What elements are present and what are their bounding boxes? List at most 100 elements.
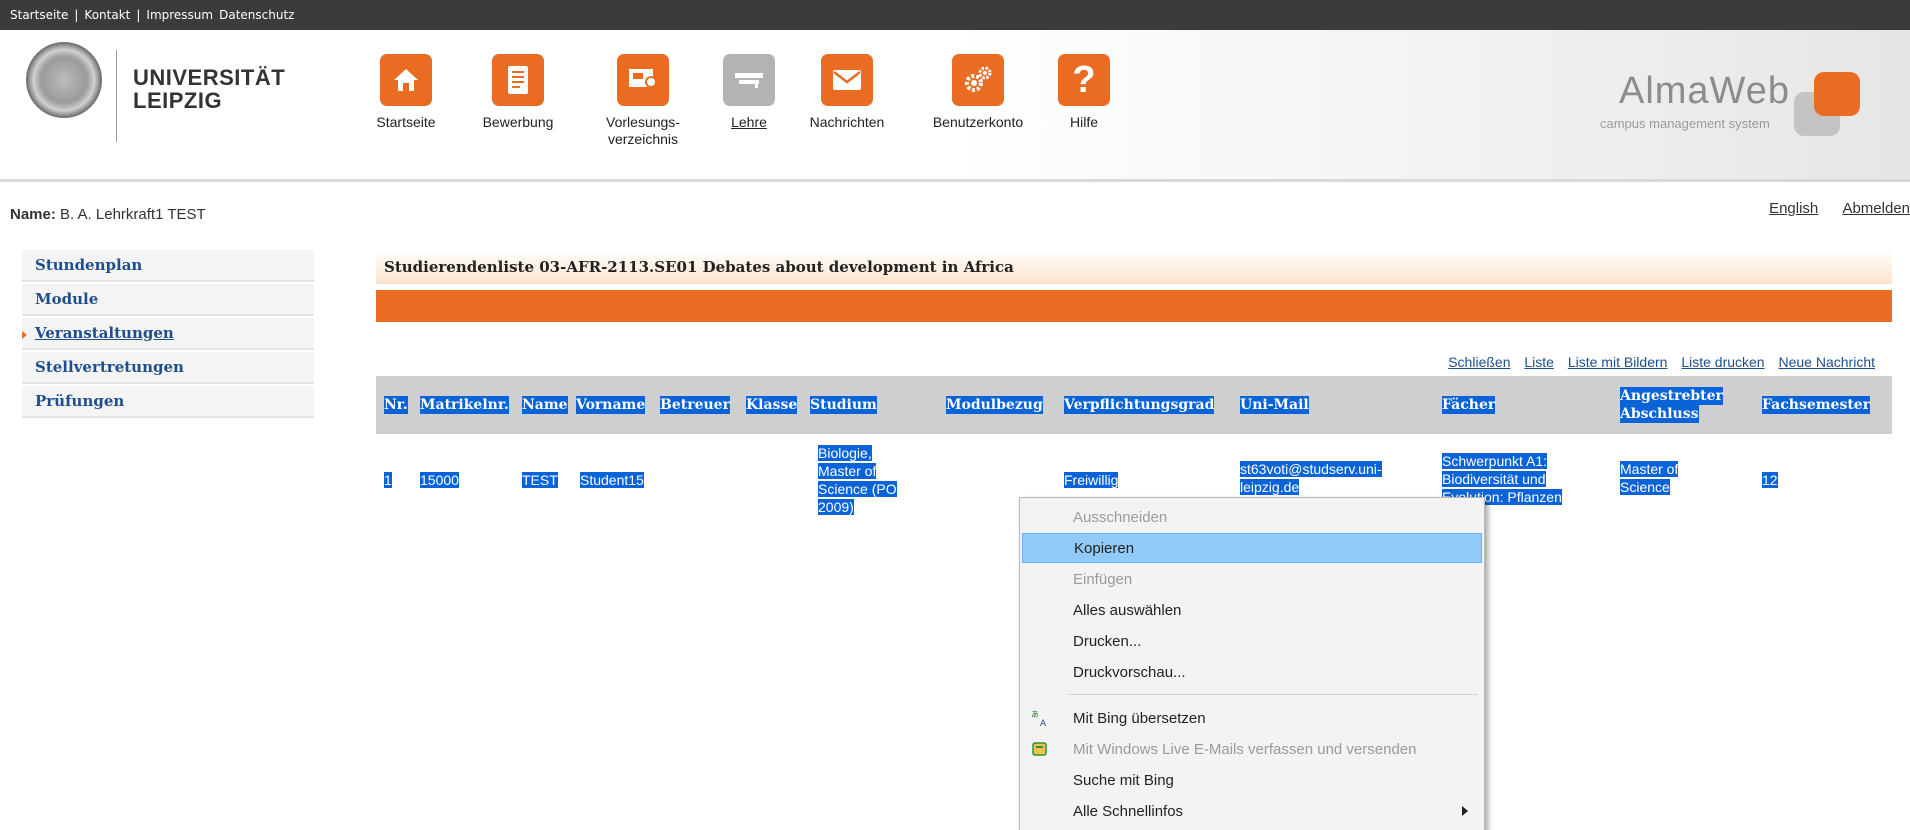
column-header-betreuer[interactable]: Betreuer	[660, 396, 730, 414]
cell-uni-mail-line2[interactable]: leipzig.de	[1240, 479, 1300, 495]
context-menu-label: Mit Windows Live E-Mails verfassen und v…	[1073, 740, 1417, 758]
context-menu-select-all[interactable]: Alles auswählen	[1022, 595, 1482, 625]
topbar-link-kontakt[interactable]: Kontakt	[84, 8, 130, 22]
user-links: English Abmelden	[1749, 200, 1910, 217]
column-header-uni-mail[interactable]: Uni-Mail	[1240, 396, 1309, 414]
context-menu-print[interactable]: Drucken...	[1022, 626, 1482, 656]
translate-icon: あA	[1030, 708, 1050, 728]
logout-link[interactable]: Abmelden	[1842, 200, 1910, 217]
cell-faecher-line1: Schwerpunkt A1:	[1442, 453, 1548, 469]
context-menu-label: Druckvorschau...	[1073, 663, 1186, 681]
column-header-abschluss[interactable]: Abschluss	[1620, 405, 1699, 423]
topbar-link-startseite[interactable]: Startseite	[10, 8, 68, 22]
topbar-separator: |	[74, 8, 79, 22]
university-seal-logo[interactable]	[26, 42, 102, 118]
sidebar-item-stundenplan[interactable]: Stundenplan	[22, 250, 314, 282]
cell-uni-mail: st63voti@studserv.uni- leipzig.de	[1240, 460, 1382, 496]
context-menu-label: Einfügen	[1073, 570, 1133, 588]
list-title: Studierendenliste 03-AFR-2113.SE01 Debat…	[376, 250, 1892, 284]
column-header-studium[interactable]: Studium	[810, 396, 877, 414]
cell-fachsemester: 12	[1762, 472, 1778, 488]
column-header-name[interactable]: Name	[522, 396, 568, 414]
column-header-fachsemester[interactable]: Fachsemester	[1762, 396, 1871, 414]
sidebar-item-stellvertretungen[interactable]: Stellvertretungen	[22, 352, 314, 384]
context-menu-label: Drucken...	[1073, 632, 1142, 650]
context-menu-all-accelerators[interactable]: Alle Schnellinfos	[1022, 796, 1482, 826]
new-message-link[interactable]: Neue Nachricht	[1779, 354, 1876, 370]
nav-lehre[interactable]: Lehre	[720, 54, 778, 131]
context-menu-label: Suche mit Bing	[1073, 771, 1174, 789]
context-menu-label: Alle Schnellinfos	[1073, 802, 1184, 820]
university-name-line1: UNIVERSITÄT	[133, 65, 286, 90]
nav-startseite[interactable]: Startseite	[370, 54, 442, 131]
submenu-arrow-icon	[1462, 806, 1468, 816]
nav-bewerbung[interactable]: Bewerbung	[478, 54, 558, 131]
sidebar-item-label: Stellvertretungen	[35, 358, 184, 376]
nav-label: Hilfe	[1069, 114, 1098, 130]
user-name-label: Name:	[10, 206, 56, 223]
list-link[interactable]: Liste	[1524, 354, 1554, 370]
almaweb-brand: AlmaWeb	[1618, 70, 1790, 112]
mail-icon	[1030, 739, 1050, 759]
svg-text:A: A	[1040, 719, 1047, 727]
context-menu-windows-live-mail[interactable]: Mit Windows Live E-Mails verfassen und v…	[1022, 734, 1482, 764]
nav-hilfe[interactable]: ? Hilfe	[1054, 54, 1114, 131]
user-name-line: Name: B. A. Lehrkraft1 TEST	[10, 206, 206, 223]
gears-icon	[952, 54, 1004, 106]
topbar-link-datenschutz[interactable]: Datenschutz	[219, 8, 294, 22]
context-menu: Ausschneiden Kopieren Einfügen Alles aus…	[1019, 497, 1485, 830]
column-header-matrikelnr[interactable]: Matrikelnr.	[420, 396, 509, 414]
nav-label: Benutzerkonto	[932, 114, 1024, 130]
column-header-faecher[interactable]: Fächer	[1442, 396, 1496, 414]
cell-studium-line2: Master of	[818, 463, 877, 479]
context-menu-bing-search[interactable]: Suche mit Bing	[1022, 765, 1482, 795]
context-menu-print-preview[interactable]: Druckvorschau...	[1022, 657, 1482, 687]
context-menu-separator	[1068, 694, 1478, 695]
column-header-modulbezug[interactable]: Modulbezug	[946, 396, 1043, 414]
nav-nachrichten[interactable]: Nachrichten	[800, 54, 894, 131]
topbar-link-impressum[interactable]: Impressum	[146, 8, 213, 22]
context-menu-label: Mit Bing übersetzen	[1073, 709, 1206, 727]
cell-uni-mail-line1[interactable]: st63voti@studserv.uni-	[1240, 461, 1382, 477]
nav-label: Startseite	[376, 114, 436, 130]
context-menu-label: Ausschneiden	[1073, 508, 1168, 526]
university-name[interactable]: UNIVERSITÄT LEIPZIG	[133, 66, 285, 112]
list-with-images-link[interactable]: Liste mit Bildern	[1568, 354, 1668, 370]
cell-abschluss-line2: Science	[1620, 479, 1670, 495]
column-header-angestrebter[interactable]: Angestrebter	[1620, 387, 1723, 405]
column-header-klasse[interactable]: Klasse	[746, 396, 798, 414]
university-name-line2: LEIPZIG	[133, 88, 223, 113]
close-link[interactable]: Schließen	[1448, 354, 1510, 370]
context-menu-paste[interactable]: Einfügen	[1022, 564, 1482, 594]
almaweb-logo[interactable]: AlmaWeb campus management system	[1600, 70, 1860, 138]
nav-vorlesungsverzeichnis[interactable]: Vorlesungs- verzeichnis	[594, 54, 692, 148]
nav-label: Bewerbung	[482, 114, 554, 130]
cell-studium: Biologie, Master of Science (PO 2009)	[818, 444, 897, 516]
context-menu-label: Alles auswählen	[1073, 601, 1182, 619]
cell-verpflichtungsgrad: Freiwillig	[1064, 472, 1119, 488]
sidebar-item-label: Stundenplan	[35, 256, 143, 274]
sidebar-item-pruefungen[interactable]: Prüfungen	[22, 386, 314, 418]
context-menu-cut[interactable]: Ausschneiden	[1022, 502, 1482, 532]
cell-studium-line4: 2009)	[818, 499, 854, 515]
svg-text:あ: あ	[1031, 710, 1039, 719]
context-menu-copy[interactable]: Kopieren	[1022, 533, 1482, 563]
column-header-vorname[interactable]: Vorname	[576, 396, 646, 414]
sidebar-item-veranstaltungen[interactable]: Veranstaltungen	[22, 318, 314, 350]
question-icon: ?	[1058, 54, 1110, 106]
logo-divider	[116, 50, 117, 142]
table-header: Nr. Matrikelnr. Name Vorname Betreuer Kl…	[376, 376, 1892, 434]
nav-benutzerkonto[interactable]: Benutzerkonto	[920, 54, 1036, 131]
cell-name: TEST	[522, 472, 558, 488]
presentation-icon	[617, 54, 669, 106]
sidebar-item-module[interactable]: Module	[22, 284, 314, 316]
print-list-link[interactable]: Liste drucken	[1681, 354, 1764, 370]
column-header-nr[interactable]: Nr.	[384, 396, 408, 414]
nav-label: Lehre	[731, 114, 767, 130]
nav-label: Vorlesungs-	[606, 114, 680, 130]
document-icon	[492, 54, 544, 106]
context-menu-label: Kopieren	[1074, 539, 1135, 557]
context-menu-bing-translate[interactable]: あA Mit Bing übersetzen	[1022, 703, 1482, 733]
column-header-verpflichtungsgrad[interactable]: Verpflichtungsgrad	[1064, 396, 1215, 414]
language-link[interactable]: English	[1769, 200, 1818, 217]
